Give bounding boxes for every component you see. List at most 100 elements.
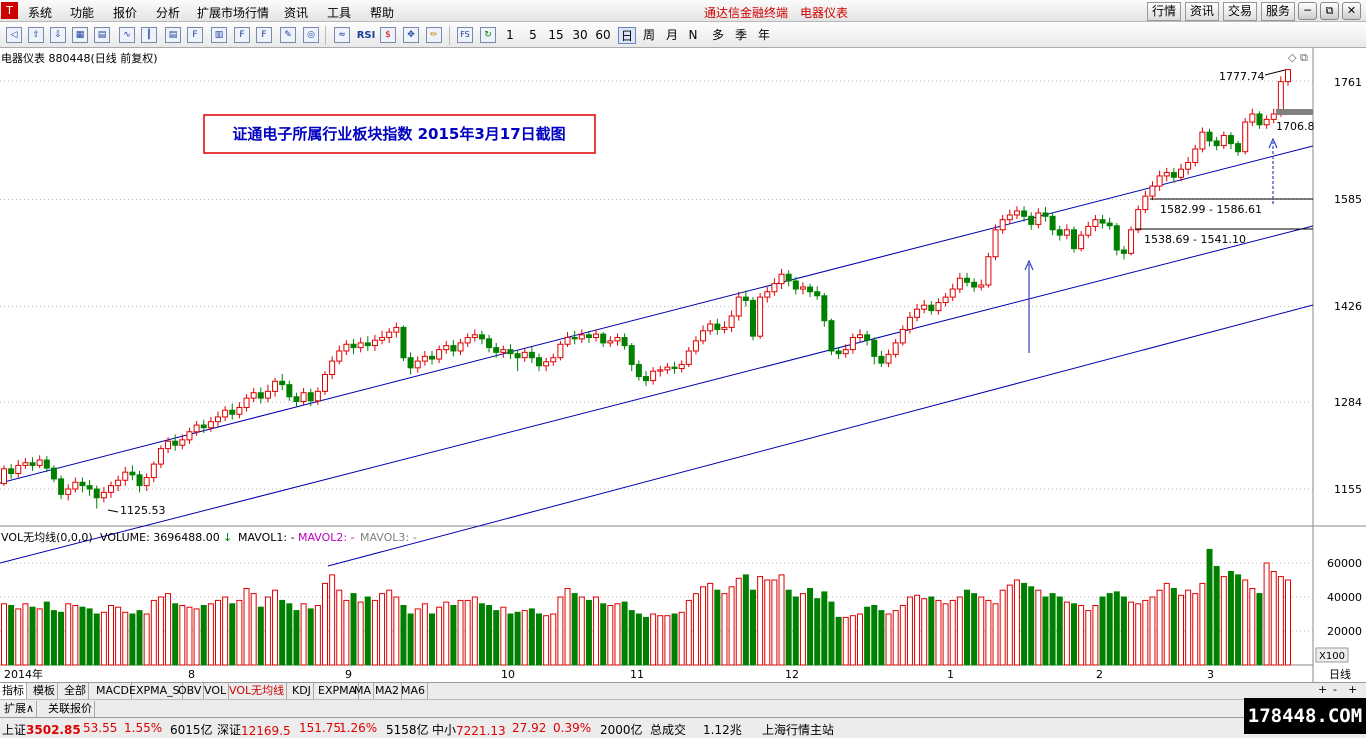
kline-chart[interactable]: 电器仪表 880448(日线 前复权) ◇ ⧉ 证通电子所属行业板块指数 201… (0, 48, 1366, 682)
candle-body (1249, 113, 1256, 123)
news-icon[interactable]: ✎ (280, 27, 296, 43)
period-15min[interactable]: 15 (546, 27, 566, 44)
indicator-icon[interactable]: ≈ (334, 27, 350, 43)
volume-bar (1078, 605, 1085, 666)
menu-quote[interactable]: 报价 (113, 4, 137, 21)
fs-icon[interactable]: FS (457, 27, 473, 43)
sz-index[interactable]: 深证 12169.5 (217, 721, 291, 738)
menu-tools[interactable]: 工具 (327, 4, 351, 21)
move-icon[interactable]: ✥ (403, 27, 419, 43)
smb-index[interactable]: 中小 7221.13 (432, 721, 506, 738)
period-season[interactable]: 季 (732, 27, 750, 44)
period-60min[interactable]: 60 (593, 27, 613, 44)
more-icon[interactable]: + (1348, 683, 1357, 696)
tab-extend[interactable]: 扩展∧ (2, 701, 38, 717)
volume-bar (143, 613, 150, 666)
up-arrow-icon[interactable]: ⇧ (28, 27, 44, 43)
menu-system[interactable]: 系统 (28, 4, 52, 21)
tab-indicator[interactable]: 指标 (0, 683, 27, 699)
volume-bar (172, 603, 179, 666)
app-logo[interactable]: T (1, 2, 18, 19)
tab-expma-s[interactable]: EXPMA_S (127, 683, 183, 699)
fz-icon[interactable]: F (256, 27, 272, 43)
volume-bar (414, 608, 421, 666)
volume-bar (215, 599, 221, 666)
volume-bar (985, 599, 992, 666)
smb-amount: 2000亿 (600, 723, 643, 737)
period-month[interactable]: 月 (663, 27, 681, 44)
volume-bar (229, 603, 236, 666)
volume-bar (257, 606, 264, 666)
tab-kdj[interactable]: KDJ (290, 683, 314, 699)
tab-template[interactable]: 模板 (31, 683, 58, 699)
minimize-icon[interactable]: ─ (1298, 2, 1317, 20)
candle-body (36, 459, 43, 466)
menu-function[interactable]: 功能 (70, 4, 94, 21)
volume-bar (1235, 574, 1242, 666)
diamond-icon[interactable]: ◇ (1288, 51, 1297, 64)
sh-index[interactable]: 上证3502.85 (2, 721, 81, 738)
smb-pct: 0.39% (553, 721, 592, 735)
period-week[interactable]: 周 (640, 27, 658, 44)
info-button[interactable]: 资讯 (1185, 2, 1219, 21)
period-n[interactable]: N (686, 27, 700, 44)
dollar-icon[interactable]: $ (380, 27, 396, 43)
period-30min[interactable]: 30 (570, 27, 590, 44)
finance-icon[interactable]: F (234, 27, 250, 43)
candle-body (564, 337, 571, 345)
volume-bar (93, 613, 100, 666)
kline-icon[interactable]: ┃ (141, 27, 157, 43)
tab-ma2[interactable]: MA2 (373, 683, 403, 699)
tab-ma6[interactable]: MA6 (399, 683, 429, 699)
period-1min[interactable]: 1 (503, 27, 517, 44)
tab-related-quotes[interactable]: 关联报价 (46, 701, 95, 717)
tab-vol[interactable]: VOL (202, 683, 230, 699)
pencil-icon[interactable]: ✏ (426, 27, 442, 43)
volume-bar (536, 613, 542, 666)
server-name[interactable]: 上海行情主站 (762, 721, 834, 738)
market-grid-icon[interactable]: ▦ (72, 27, 88, 43)
menu-info[interactable]: 资讯 (284, 4, 308, 21)
tab-all[interactable]: 全部 (62, 683, 89, 699)
trade-button[interactable]: 交易 (1223, 2, 1257, 21)
period-year[interactable]: 年 (755, 27, 773, 44)
period-5min[interactable]: 5 (526, 27, 540, 44)
service-button[interactable]: 服务 (1261, 2, 1295, 21)
volume-bar (1256, 593, 1263, 666)
zoom-out-icon[interactable]: - (1333, 683, 1337, 696)
quote-table-icon[interactable]: ▤ (94, 27, 110, 43)
candle-body (457, 342, 464, 352)
volume-bar (400, 605, 407, 666)
cycle-icon[interactable]: ↻ (480, 27, 496, 43)
volume-bar (914, 594, 921, 666)
menu-help[interactable]: 帮助 (370, 4, 394, 21)
close-icon[interactable]: ✕ (1342, 2, 1361, 20)
tab-ma[interactable]: MA (352, 683, 375, 699)
candle-body (714, 323, 721, 330)
period-label: 日线 (1329, 667, 1351, 681)
refresh-icon[interactable]: ◎ (303, 27, 319, 43)
rsi-button[interactable]: RSI (356, 27, 376, 44)
tab-obv[interactable]: OBV (176, 683, 205, 699)
f10-icon[interactable]: F (187, 27, 203, 43)
window-restore-icon[interactable]: ⧉ (1300, 51, 1308, 64)
down-arrow-icon[interactable]: ⇩ (50, 27, 66, 43)
candle-body (165, 440, 172, 450)
tab-vol-no-ma[interactable]: VOL无均线 (227, 683, 288, 699)
zoom-in-icon[interactable]: + (1318, 683, 1327, 696)
stock-list-icon[interactable]: ▤ (165, 27, 181, 43)
period-day[interactable]: 日 (618, 27, 636, 44)
detail-icon[interactable]: ▥ (211, 27, 227, 43)
period-multi[interactable]: 多 (709, 27, 727, 44)
menu-analysis[interactable]: 分析 (156, 4, 180, 21)
candle-body (628, 345, 635, 365)
volume-bar (949, 599, 956, 666)
volume-bar (1242, 579, 1249, 666)
menu-extended-market[interactable]: 扩展市场行情 (197, 4, 269, 21)
volume-bar (429, 613, 435, 666)
restore-icon[interactable]: ⧉ (1320, 2, 1339, 20)
timeshare-chart-icon[interactable]: ∿ (119, 27, 135, 43)
volume-bar (700, 586, 707, 666)
back-icon[interactable]: ◁ (6, 27, 22, 43)
quote-button[interactable]: 行情 (1147, 2, 1181, 21)
